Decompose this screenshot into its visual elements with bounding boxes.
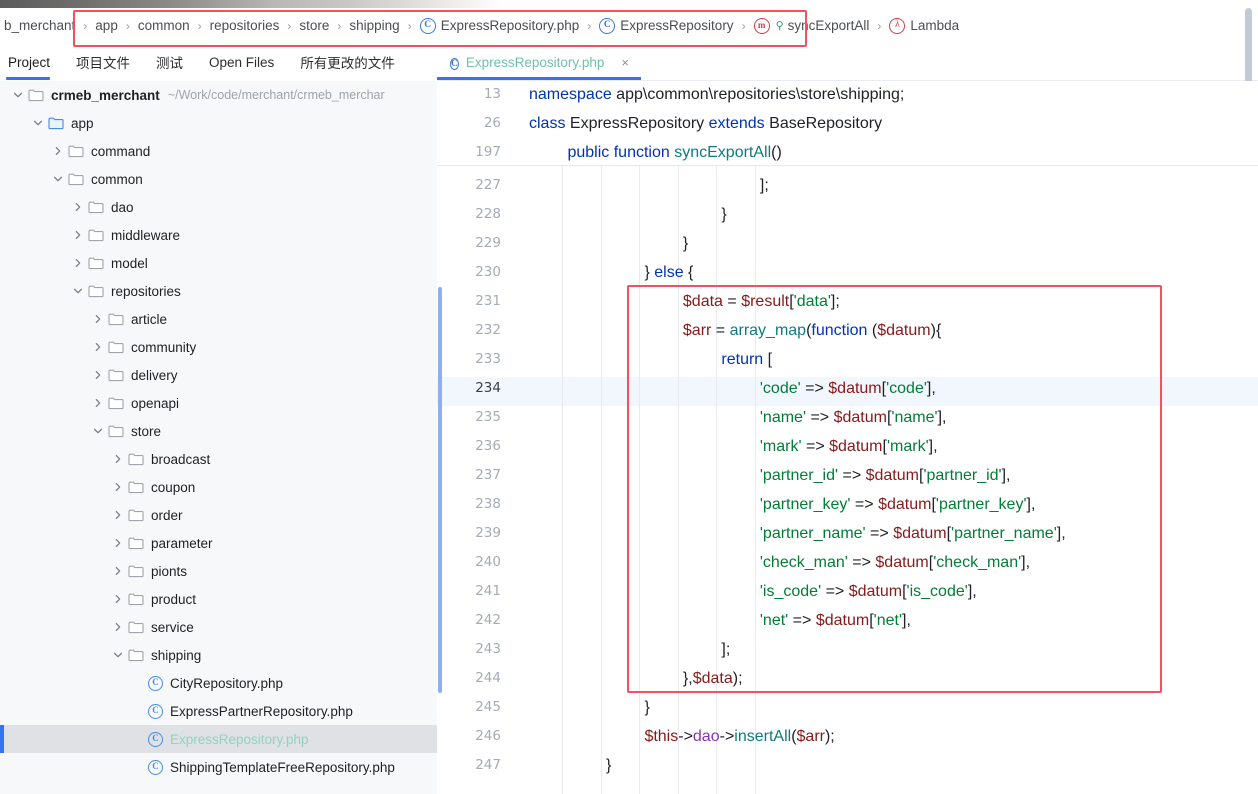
gutter-line-number: 243 xyxy=(475,641,501,657)
gutter-line-number: 240 xyxy=(475,554,501,570)
gutter-line-number: 197 xyxy=(475,144,501,160)
code-line[interactable]: $data = $result['data']; xyxy=(683,293,840,311)
gutter-line-number: 236 xyxy=(475,438,501,454)
indent-guide xyxy=(677,166,679,794)
gutter-line-number: 231 xyxy=(475,293,501,309)
code-content-layer: 13 namespace app\common\repositories\stor… xyxy=(0,0,1258,794)
code-line[interactable]: 'check_man' => $datum['check_man'], xyxy=(760,554,1030,572)
gutter-line-number: 230 xyxy=(475,264,501,280)
code-line[interactable]: } xyxy=(606,757,611,775)
gutter-line-number: 241 xyxy=(475,583,501,599)
code-line[interactable]: 'mark' => $datum['mark'], xyxy=(760,438,938,456)
code-line[interactable]: 'partner_name' => $datum['partner_name']… xyxy=(760,525,1066,543)
code-line[interactable]: 'net' => $datum['net'], xyxy=(760,612,911,630)
code-line[interactable]: class ExpressRepository extends BaseRepo… xyxy=(529,115,882,133)
gutter-line-number: 246 xyxy=(475,728,501,744)
gutter-line-number: 242 xyxy=(475,612,501,628)
code-line[interactable]: 'code' => $datum['code'], xyxy=(760,380,936,398)
gutter-line-number: 227 xyxy=(475,177,501,193)
ide-window: b_merchant › app › common › repositories… xyxy=(0,0,1258,794)
code-line[interactable]: } xyxy=(644,699,649,717)
gutter-line-number: 245 xyxy=(475,699,501,715)
gutter-line-number: 26 xyxy=(483,115,501,131)
gutter-line-number: 235 xyxy=(475,409,501,425)
code-line[interactable]: $arr = array_map(function ($datum){ xyxy=(683,322,941,340)
code-line[interactable]: public function syncExportAll() xyxy=(567,144,781,162)
code-line[interactable]: 'partner_key' => $datum['partner_key'], xyxy=(760,496,1036,514)
indent-guide xyxy=(754,166,756,794)
gutter-line-number: 244 xyxy=(475,670,501,686)
vcs-change-marker[interactable] xyxy=(438,287,442,693)
code-line[interactable]: } xyxy=(721,206,726,224)
code-line[interactable]: return [ xyxy=(721,351,772,369)
gutter-line-number: 233 xyxy=(475,351,501,367)
gutter-line-number: 238 xyxy=(475,496,501,512)
code-line[interactable]: 'is_code' => $datum['is_code'], xyxy=(760,583,977,601)
code-line[interactable]: } xyxy=(683,235,688,253)
indent-guide xyxy=(562,166,564,794)
code-line[interactable]: ]; xyxy=(721,641,730,659)
code-line[interactable]: 'name' => $datum['name'], xyxy=(760,409,947,427)
code-line[interactable]: 'partner_id' => $datum['partner_id'], xyxy=(760,467,1011,485)
gutter-line-number: 239 xyxy=(475,525,501,541)
gutter-line-number: 229 xyxy=(475,235,501,251)
code-line[interactable]: namespace app\common\repositories\store\… xyxy=(529,86,904,104)
gutter-line-number: 13 xyxy=(483,86,501,102)
gutter-line-number: 247 xyxy=(475,757,501,773)
indent-guide xyxy=(716,166,718,794)
gutter-line-number: 232 xyxy=(475,322,501,338)
code-line[interactable]: $this->dao->insertAll($arr); xyxy=(644,728,834,746)
indent-guide xyxy=(600,166,602,794)
code-line[interactable]: },$data); xyxy=(683,670,743,688)
gutter-line-number: 237 xyxy=(475,467,501,483)
gutter-line-number: 228 xyxy=(475,206,501,222)
code-line[interactable]: } else { xyxy=(644,264,693,282)
indent-guide xyxy=(639,166,641,794)
gutter-line-number: 234 xyxy=(475,380,501,396)
code-line[interactable]: ]; xyxy=(760,177,769,195)
